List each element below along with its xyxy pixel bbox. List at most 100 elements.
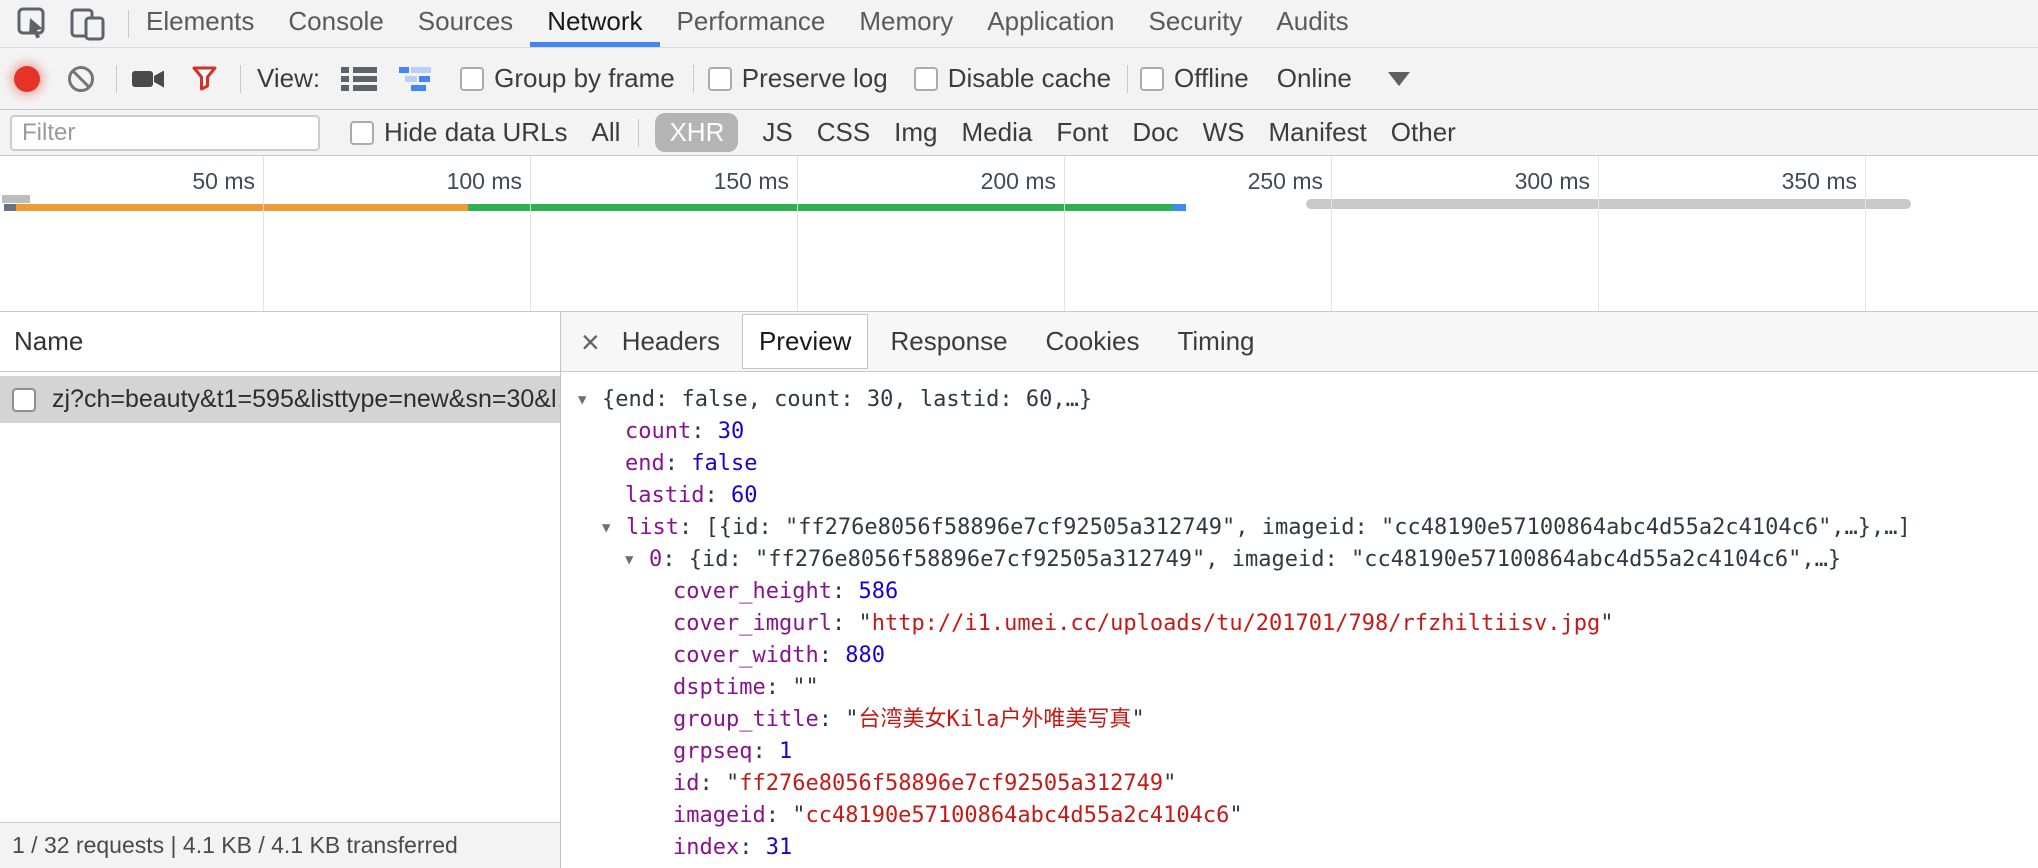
tree-row[interactable]: ▼0: {id: "ff276e8056f58896e7cf92505a3127…	[561, 544, 2038, 576]
resource-type-font[interactable]: Font	[1056, 117, 1108, 148]
tree-segment: http://i1.umei.cc/uploads/tu/201701/798/…	[872, 611, 1600, 636]
main-tab-performance[interactable]: Performance	[660, 0, 843, 47]
resource-type-all[interactable]: All	[592, 117, 621, 148]
resource-type-js[interactable]: JS	[762, 117, 792, 148]
resource-type-doc[interactable]: Doc	[1132, 117, 1178, 148]
tree-row: grpseq: 1	[561, 736, 2038, 768]
tree-segment: :	[832, 579, 859, 604]
tree-segment: "	[792, 803, 805, 828]
overview-corner-block	[2, 195, 30, 203]
tree-segment: :	[665, 451, 692, 476]
resource-type-media[interactable]: Media	[962, 117, 1033, 148]
main-tab-application[interactable]: Application	[970, 0, 1131, 47]
detail-tab-response[interactable]: Response	[874, 312, 1023, 372]
filter-input[interactable]	[10, 115, 320, 151]
group-by-frame-label[interactable]: Group by frame	[494, 63, 675, 94]
detail-tab-headers[interactable]: Headers	[606, 312, 736, 372]
tree-segment: "	[726, 771, 739, 796]
timeline-gridline	[797, 156, 798, 312]
expand-arrow-icon[interactable]: ▼	[602, 512, 626, 544]
preserve-log-checkbox[interactable]	[708, 67, 732, 91]
tree-segment: :	[704, 483, 731, 508]
timeline-gridline	[263, 156, 264, 312]
tree-row: group_title: "台湾美女Kila户外唯美写真"	[561, 704, 2038, 736]
tree-row: isfavor: 0	[561, 864, 2038, 868]
main-tab-audits[interactable]: Audits	[1259, 0, 1365, 47]
timeline-tick-label: 100 ms	[322, 168, 522, 195]
request-row[interactable]: zj?ch=beauty&t1=595&listtype=new&sn=30&l…	[0, 376, 560, 423]
timeline-tick-label: 350 ms	[1657, 168, 1857, 195]
timeline-bar-blue	[1173, 204, 1186, 211]
throttling-select[interactable]: Online	[1277, 63, 1352, 94]
tree-segment: cover_imgurl	[673, 611, 832, 636]
expand-arrow-icon[interactable]: ▼	[578, 384, 602, 416]
tree-segment: ""	[792, 675, 819, 700]
timeline-tick-label: 250 ms	[1123, 168, 1323, 195]
detail-tab-preview[interactable]: Preview	[742, 314, 868, 369]
resource-type-xhr[interactable]: XHR	[655, 113, 738, 152]
tree-segment: cover_height	[673, 579, 832, 604]
main-tab-security[interactable]: Security	[1132, 0, 1260, 47]
timeline-gridline	[1331, 156, 1332, 312]
offline-label[interactable]: Offline	[1174, 63, 1249, 94]
offline-checkbox[interactable]	[1140, 67, 1164, 91]
screenshot-camera-icon[interactable]	[131, 66, 167, 92]
tree-row: imageid: "cc48190e57100864abc4d55a2c4104…	[561, 800, 2038, 832]
detail-tabbar: × HeadersPreviewResponseCookiesTiming	[561, 312, 2038, 372]
tree-segment: : [{id: "ff276e8056f58896e7cf92505a31274…	[679, 515, 1911, 540]
chevron-down-icon[interactable]	[1388, 72, 1410, 86]
timeline-tick-label: 200 ms	[856, 168, 1056, 195]
tree-segment: 60	[731, 483, 758, 508]
overview-scrollbar-thumb[interactable]	[1306, 199, 1911, 209]
tree-segment: :	[832, 611, 859, 636]
main-tab-console[interactable]: Console	[271, 0, 400, 47]
preserve-log-label[interactable]: Preserve log	[742, 63, 888, 94]
hide-data-urls-label[interactable]: Hide data URLs	[384, 117, 568, 148]
main-tab-network[interactable]: Network	[530, 0, 659, 47]
divider	[638, 119, 639, 147]
tree-segment: :	[819, 707, 846, 732]
tree-row[interactable]: ▼{end: false, count: 30, lastid: 60,…}	[561, 384, 2038, 416]
request-checkbox[interactable]	[12, 388, 36, 412]
filter-funnel-icon[interactable]	[191, 65, 218, 92]
resource-type-css[interactable]: CSS	[817, 117, 870, 148]
list-view-icon[interactable]	[340, 65, 378, 93]
group-by-frame-checkbox[interactable]	[460, 67, 484, 91]
clear-icon[interactable]	[66, 64, 96, 94]
tree-row: cover_width: 880	[561, 640, 2038, 672]
requests-header[interactable]: Name	[0, 312, 560, 372]
detail-tab-cookies[interactable]: Cookies	[1030, 312, 1156, 372]
tree-segment: "	[1229, 803, 1242, 828]
tree-segment: group_title	[673, 707, 819, 732]
tree-row: dsptime: ""	[561, 672, 2038, 704]
timeline-gridline	[530, 156, 531, 312]
device-toolbar-icon[interactable]	[66, 0, 110, 47]
resource-type-other[interactable]: Other	[1391, 117, 1456, 148]
main-tab-memory[interactable]: Memory	[842, 0, 970, 47]
main-tab-elements[interactable]: Elements	[129, 0, 271, 47]
tree-segment: list	[626, 515, 679, 540]
disable-cache-checkbox[interactable]	[914, 67, 938, 91]
tree-segment: imageid	[673, 803, 766, 828]
timeline-tick-label: 150 ms	[589, 168, 789, 195]
disable-cache-label[interactable]: Disable cache	[948, 63, 1111, 94]
expand-arrow-icon[interactable]: ▼	[625, 544, 649, 576]
close-icon[interactable]: ×	[581, 326, 600, 358]
waterfall-view-icon[interactable]	[398, 65, 436, 93]
inspect-element-icon[interactable]	[12, 0, 56, 47]
tree-segment: 台湾美女Kila户外唯美写真	[858, 707, 1131, 732]
main-tab-sources[interactable]: Sources	[401, 0, 530, 47]
timeline-overview[interactable]: 50 ms100 ms150 ms200 ms250 ms300 ms350 m…	[0, 156, 2038, 312]
resource-type-manifest[interactable]: Manifest	[1269, 117, 1367, 148]
resource-type-ws[interactable]: WS	[1203, 117, 1245, 148]
tree-row[interactable]: ▼list: [{id: "ff276e8056f58896e7cf92505a…	[561, 512, 2038, 544]
record-button[interactable]	[14, 66, 40, 92]
hide-data-urls-checkbox[interactable]	[350, 121, 374, 145]
network-filterbar: Hide data URLs All XHR JS CSS Img Media Font Do…	[0, 110, 2038, 156]
detail-tab-timing[interactable]: Timing	[1161, 312, 1270, 372]
tree-segment: false	[691, 451, 757, 476]
resource-type-img[interactable]: Img	[894, 117, 937, 148]
tree-segment: 1	[779, 739, 792, 764]
divider	[693, 65, 694, 93]
tree-segment: grpseq	[673, 739, 752, 764]
